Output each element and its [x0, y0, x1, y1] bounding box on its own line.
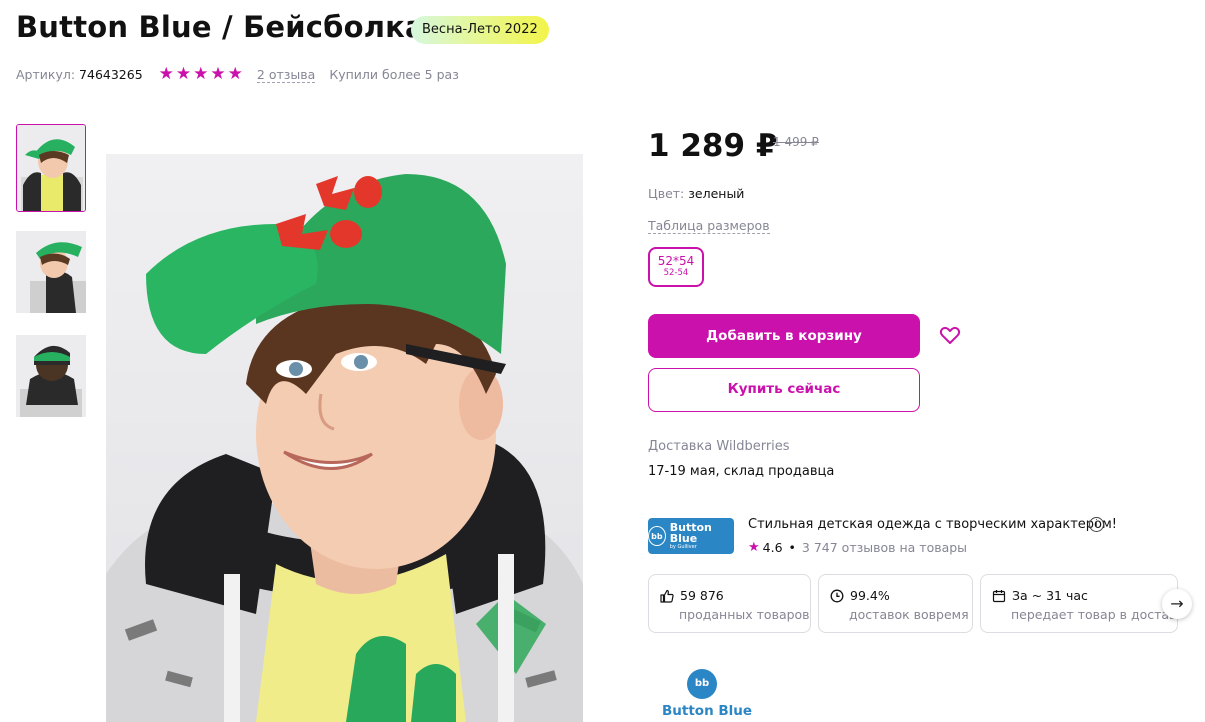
add-to-cart-button[interactable]: Добавить в корзину — [648, 314, 920, 358]
clock-icon — [830, 589, 844, 602]
size-option-52-54[interactable]: 52*54 52-54 — [648, 247, 704, 287]
arrow-right-icon[interactable]: → — [1162, 589, 1192, 619]
calendar-icon — [992, 589, 1006, 602]
main-product-photo[interactable] — [106, 154, 583, 722]
star-icon: ★ — [748, 540, 760, 555]
color-row: Цвет: зеленый — [648, 186, 744, 201]
color-label: Цвет: — [648, 186, 685, 201]
thumb-image — [16, 335, 86, 417]
size-sub-label: 52-54 — [663, 268, 689, 278]
delivery-label: Доставка Wildberries — [648, 439, 790, 454]
rating-stars: ★ ★ ★ ★ ★ — [159, 66, 243, 83]
stat-on-time-label: доставок вовремя — [849, 607, 969, 622]
separator-dot: • — [788, 540, 796, 555]
product-image — [106, 154, 583, 722]
stat-sold-label: проданных товаров — [679, 607, 810, 622]
star-icon: ★ — [175, 64, 192, 84]
product-title: Button Blue / Бейсболка — [16, 10, 425, 44]
stat-on-time-value: 99.4% — [850, 588, 890, 603]
reviews-link[interactable]: 2 отзыва — [256, 67, 316, 83]
seller-logo-text: Button Blue — [669, 521, 712, 545]
stat-sold-value: 59 876 — [680, 588, 724, 603]
size-main-label: 52*54 — [657, 254, 695, 268]
seller-reviews: 3 747 отзывов на товары — [801, 540, 968, 555]
article-value: 74643265 — [79, 67, 143, 82]
brand-mark: bb — [648, 526, 666, 546]
star-icon: ★ — [210, 64, 226, 84]
gallery-thumb-3[interactable] — [16, 335, 86, 423]
stat-handover-label: передает товар в доставку — [1011, 607, 1178, 622]
stat-handover-value: За ~ 31 час — [1012, 588, 1088, 603]
thumbs-up-icon — [660, 589, 674, 603]
old-price: 1 499 ₽ — [773, 135, 819, 149]
seller-logo-sub: by Gulliver — [669, 544, 697, 550]
brand-link[interactable]: bb Button Blue — [662, 669, 753, 722]
thumb-image — [17, 125, 85, 211]
seller-description[interactable]: Стильная детская одежда с творческим хар… — [748, 517, 1117, 532]
gallery-thumb-1[interactable] — [16, 124, 86, 212]
info-icon[interactable]: i — [1089, 517, 1104, 532]
product-meta: Артикул: 74643265 ★ ★ ★ ★ ★ 2 отзыва Куп… — [16, 66, 459, 83]
star-icon: ★ — [227, 64, 243, 84]
stat-on-time: 99.4% доставок вовремя — [818, 574, 973, 633]
heart-icon[interactable] — [938, 323, 962, 347]
article-label: Артикул: — [16, 67, 76, 82]
seller-rating-row: ★ 4.6 • 3 747 отзывов на товары — [748, 540, 967, 555]
delivery-date: 17-19 мая, склад продавца — [648, 464, 835, 479]
bought-count: Купили более 5 раз — [329, 67, 459, 82]
thumb-image — [16, 231, 86, 313]
stat-handover-time: За ~ 31 час передает товар в доставку — [980, 574, 1178, 633]
brand-logo-icon: bb — [687, 669, 717, 699]
star-icon: ★ — [193, 64, 209, 84]
buy-now-button[interactable]: Купить сейчас — [648, 368, 920, 412]
seller-logo[interactable]: bb Button Blue by Gulliver — [648, 518, 734, 554]
gallery-thumb-2[interactable] — [16, 231, 86, 319]
star-icon: ★ — [158, 64, 174, 84]
seller-rating-value: 4.6 — [762, 540, 783, 555]
brand-name: Button Blue — [662, 703, 753, 719]
season-badge: Весна-Лето 2022 — [411, 16, 549, 44]
color-value: зеленый — [688, 186, 745, 201]
current-price: 1 289 ₽ — [648, 128, 778, 164]
size-table-link[interactable]: Таблица размеров — [648, 218, 770, 234]
stat-sold: 59 876 проданных товаров — [648, 574, 811, 633]
